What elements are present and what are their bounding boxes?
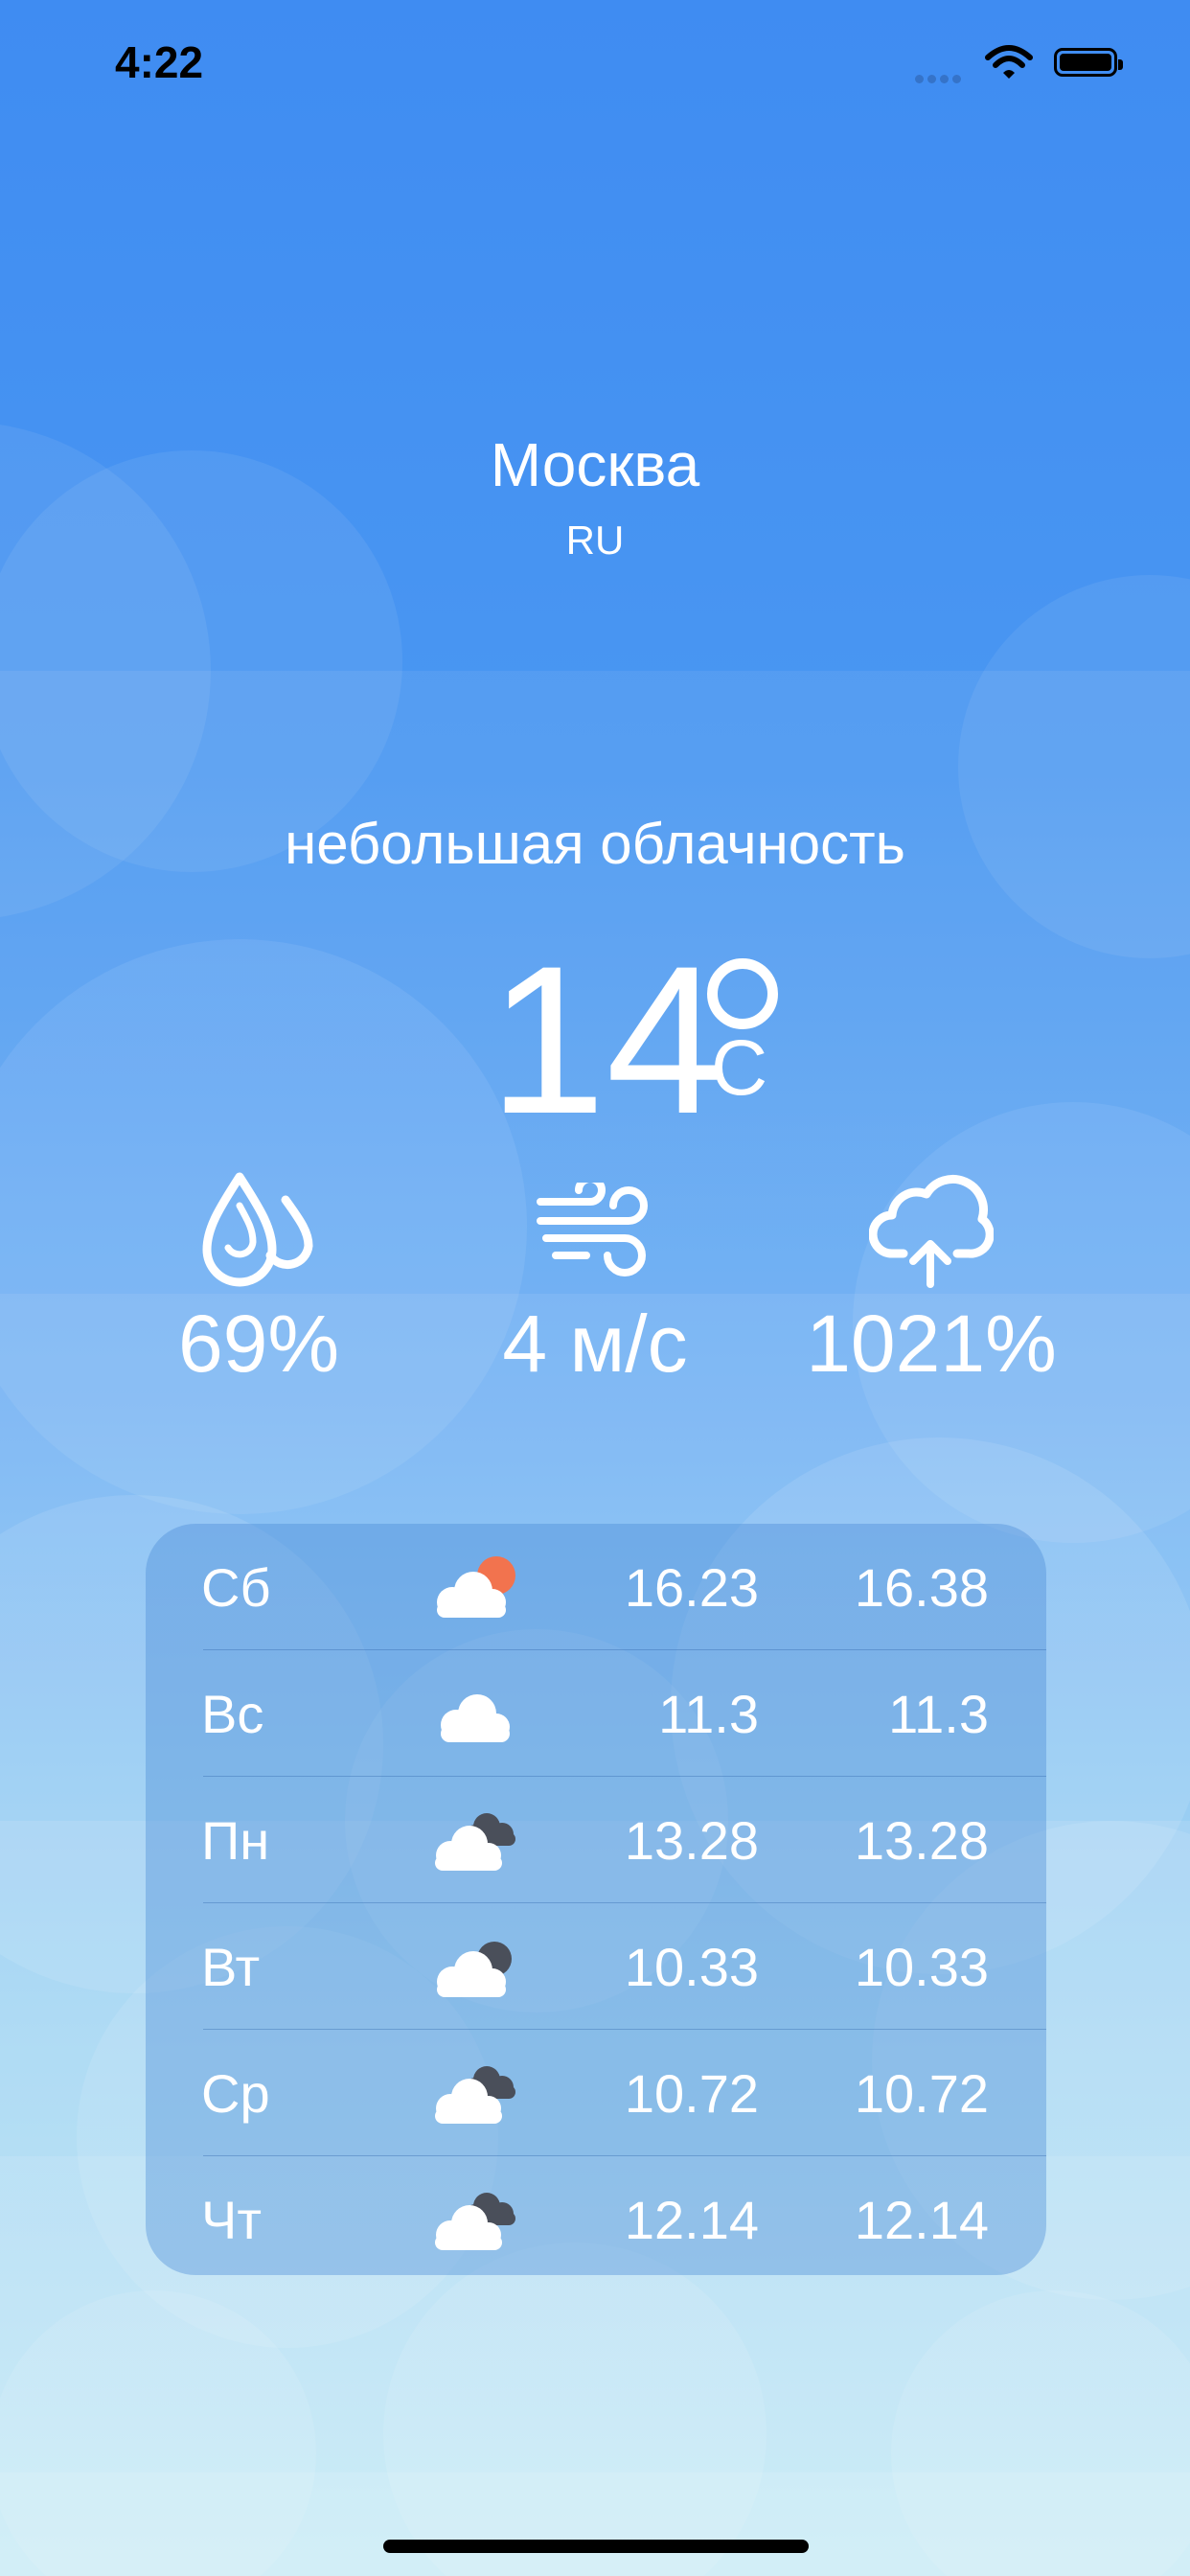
forecast-day: Чт (201, 2190, 262, 2250)
broken-clouds-icon (435, 1813, 515, 1871)
humidity-drops-icon (202, 1172, 313, 1287)
forecast-temp-a: 10.72 (624, 2063, 759, 2124)
forecast-row: Сб 16.23 16.38 (146, 1524, 1046, 1650)
current-temperature: 14 (489, 922, 723, 1158)
pressure-value: 1021% (806, 1299, 1057, 1389)
weather-description: небольшая облачность (285, 812, 905, 876)
wind-stat: 4 м/с (413, 1169, 777, 1391)
forecast-temp-a: 12.14 (624, 2190, 759, 2250)
pressure-cloud-icon (869, 1174, 994, 1288)
forecast-row: Пн 13.28 13.28 (146, 1777, 1046, 1903)
pressure-stat: 1021% (749, 1169, 1113, 1391)
cloud-icon (441, 1694, 510, 1742)
wind-icon (537, 1183, 648, 1276)
forecast-temp-b: 10.72 (854, 2063, 989, 2124)
forecast-temp-a: 13.28 (624, 1810, 759, 1871)
forecast-row: Вт 10.33 10.33 (146, 1903, 1046, 2030)
forecast-day: Вт (201, 1937, 261, 1997)
degree-icon (707, 958, 778, 1029)
forecast-temp-b: 13.28 (854, 1810, 989, 1871)
wifi-icon (985, 45, 1033, 79)
forecast-temp-a: 16.23 (624, 1557, 759, 1618)
humidity-value: 69% (177, 1299, 340, 1389)
partly-cloudy-night-icon (437, 1942, 512, 1997)
forecast-day: Пн (201, 1810, 270, 1871)
forecast-temp-a: 10.33 (624, 1937, 759, 1997)
broken-clouds-icon (435, 2193, 515, 2250)
cellular-signal-icon (915, 71, 965, 88)
humidity-stat: 69% (77, 1169, 441, 1391)
forecast-temp-a: 11.3 (658, 1684, 759, 1744)
temperature-unit: C (711, 1024, 768, 1112)
broken-clouds-icon (435, 2066, 515, 2124)
forecast-day: Ср (201, 2063, 270, 2124)
forecast-table: Сб 16.23 16.38 Вс 11.3 11.3 Пн 13.28 13.… (146, 1524, 1046, 2275)
status-time: 4:22 (115, 37, 204, 87)
country-code: RU (565, 518, 625, 563)
wind-value: 4 м/с (502, 1299, 688, 1389)
forecast-temp-b: 12.14 (854, 2190, 989, 2250)
battery-icon (1054, 48, 1123, 77)
forecast-temp-b: 16.38 (854, 1557, 989, 1618)
city-name: Москва (490, 430, 700, 499)
forecast-day: Вс (201, 1684, 264, 1744)
forecast-row: Ср 10.72 10.72 (146, 2030, 1046, 2156)
status-bar: 4:22 (0, 0, 1190, 134)
home-indicator[interactable] (383, 2540, 809, 2553)
forecast-row: Вс 11.3 11.3 (146, 1650, 1046, 1777)
forecast-row: Чт 12.14 12.14 (146, 2156, 1046, 2275)
forecast-day: Сб (201, 1557, 271, 1618)
partly-cloudy-day-icon (437, 1556, 515, 1618)
forecast-temp-b: 10.33 (854, 1937, 989, 1997)
forecast-temp-b: 11.3 (888, 1684, 989, 1744)
